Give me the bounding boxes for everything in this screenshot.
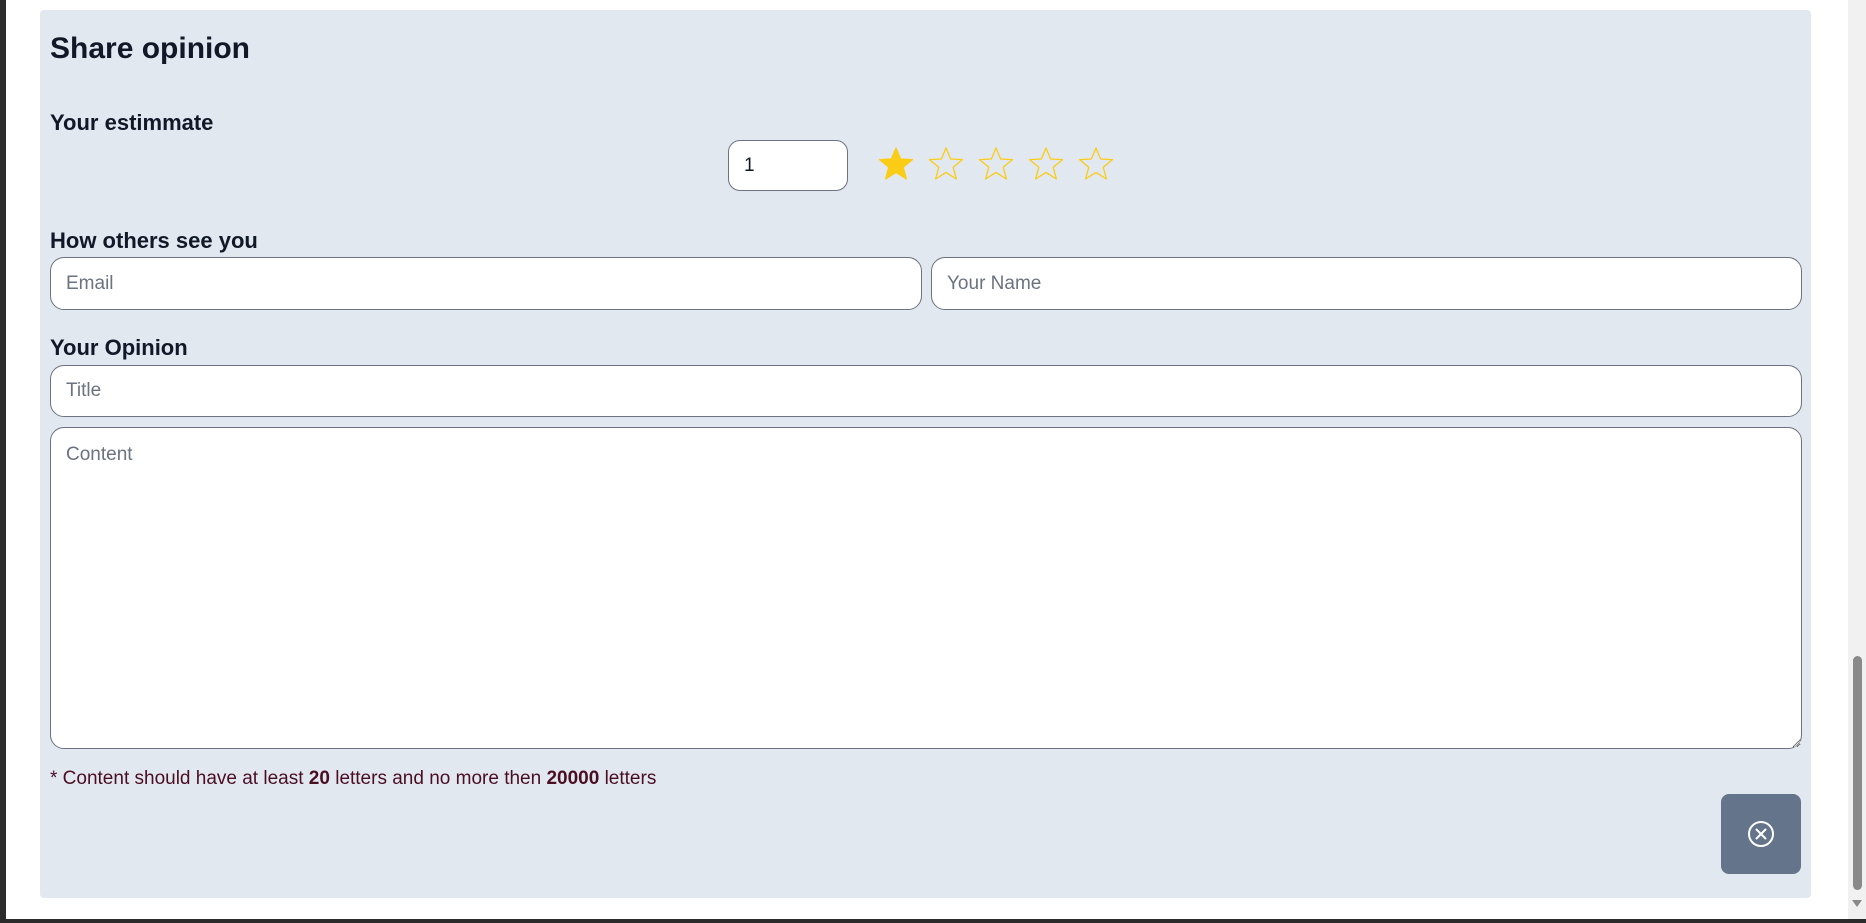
scroll-down-arrow-icon[interactable] xyxy=(1852,900,1862,907)
estimate-label: Your estimmate xyxy=(50,110,214,135)
browser-viewport: Share opinion Your estimmate How others … xyxy=(0,0,1866,923)
share-opinion-panel: Share opinion Your estimmate How others … xyxy=(40,10,1811,898)
circle-x-icon xyxy=(1748,821,1774,847)
star-outline-icon[interactable] xyxy=(1078,146,1114,182)
close-button[interactable] xyxy=(1721,794,1801,874)
content-length-hint: * Content should have at least 20 letter… xyxy=(50,768,656,790)
window-edge-left xyxy=(0,0,6,923)
page-scrollbar[interactable] xyxy=(1848,0,1866,919)
identity-label: How others see you xyxy=(50,228,258,253)
title-field[interactable] xyxy=(50,365,1802,417)
hint-suffix: letters xyxy=(599,768,657,789)
hint-max-count: 20000 xyxy=(546,768,600,789)
window-edge-bottom xyxy=(0,919,1866,923)
hint-middle: letters and no more then xyxy=(329,768,547,789)
scrollbar-thumb[interactable] xyxy=(1853,656,1862,890)
star-outline-icon[interactable] xyxy=(1028,146,1064,182)
hint-min-count: 20 xyxy=(308,768,330,789)
content-textarea[interactable] xyxy=(50,427,1802,749)
rating-number-input[interactable] xyxy=(728,140,848,191)
name-field[interactable] xyxy=(931,257,1802,310)
page-title: Share opinion xyxy=(50,32,251,65)
star-outline-icon[interactable] xyxy=(978,146,1014,182)
opinion-label: Your Opinion xyxy=(50,335,188,360)
hint-prefix: * Content should have at least xyxy=(50,768,309,789)
star-rating xyxy=(878,146,1114,182)
star-filled-icon[interactable] xyxy=(878,146,914,182)
star-outline-icon[interactable] xyxy=(928,146,964,182)
email-field[interactable] xyxy=(50,257,922,310)
